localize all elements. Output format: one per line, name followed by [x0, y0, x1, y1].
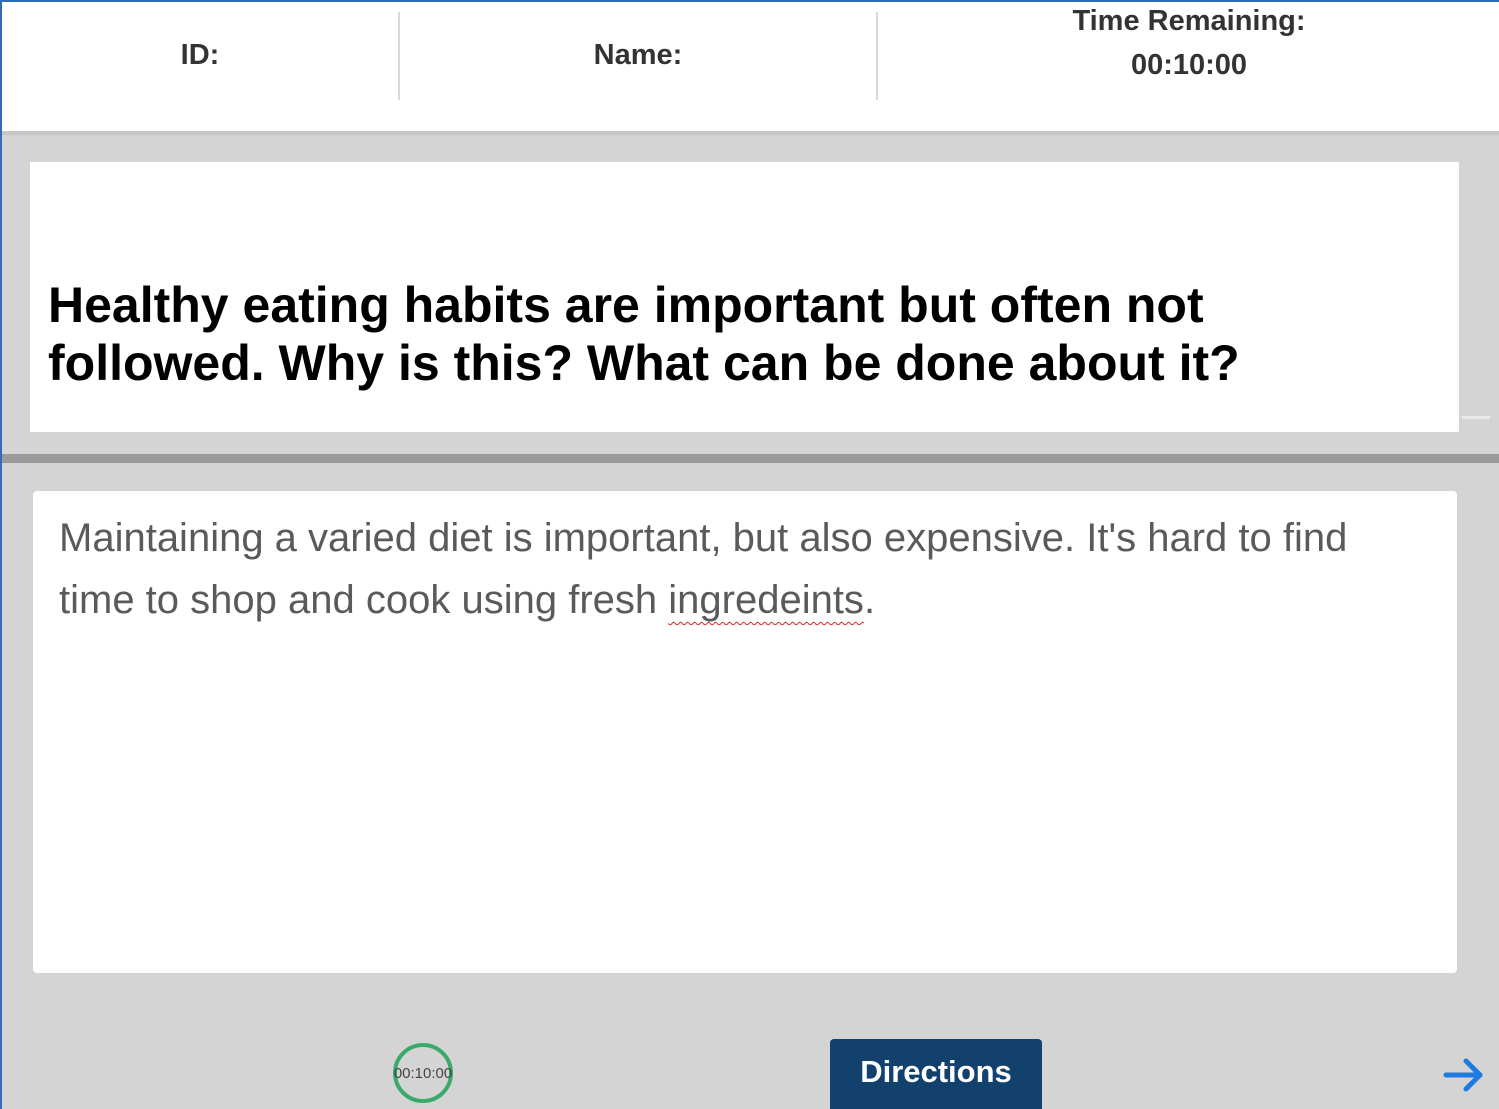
id-field: ID:: [2, 2, 398, 121]
response-text: Maintaining a varied diet is important, …: [59, 507, 1431, 631]
misspelled-word: ingredeints: [668, 578, 864, 622]
prompt-line-1: Healthy eating habits are important but …: [48, 277, 1204, 333]
next-button[interactable]: [1442, 1052, 1488, 1098]
name-field: Name:: [400, 2, 876, 121]
header-divider: [876, 12, 878, 100]
timer-icon: 00:10:00: [393, 1043, 453, 1103]
prompt-panel: Healthy eating habits are important but …: [30, 162, 1459, 432]
header-bar: ID: Name: Time Remaining: 00:10:00: [2, 2, 1499, 135]
directions-button[interactable]: Directions: [830, 1039, 1042, 1109]
id-label: ID:: [180, 38, 220, 71]
panel-resize-handle: [1462, 416, 1490, 419]
response-textarea[interactable]: Maintaining a varied diet is important, …: [33, 491, 1457, 973]
timer-text: 00:10:00: [393, 1064, 453, 1082]
prompt-line-2: followed. Why is this? What can be done …: [48, 335, 1240, 391]
arrow-right-icon: [1443, 1058, 1483, 1092]
time-remaining-label: Time Remaining:: [1072, 4, 1306, 37]
test-window: ID: Name: Time Remaining: 00:10:00 Healt…: [0, 0, 1499, 1109]
response-text-end: .: [863, 578, 876, 622]
time-remaining: Time Remaining: 00:10:00: [879, 2, 1499, 109]
name-label: Name:: [593, 38, 683, 71]
pane-divider[interactable]: [2, 454, 1499, 463]
time-remaining-value: 00:10:00: [1130, 48, 1248, 81]
prompt-question: Healthy eating habits are important but …: [48, 276, 1448, 392]
